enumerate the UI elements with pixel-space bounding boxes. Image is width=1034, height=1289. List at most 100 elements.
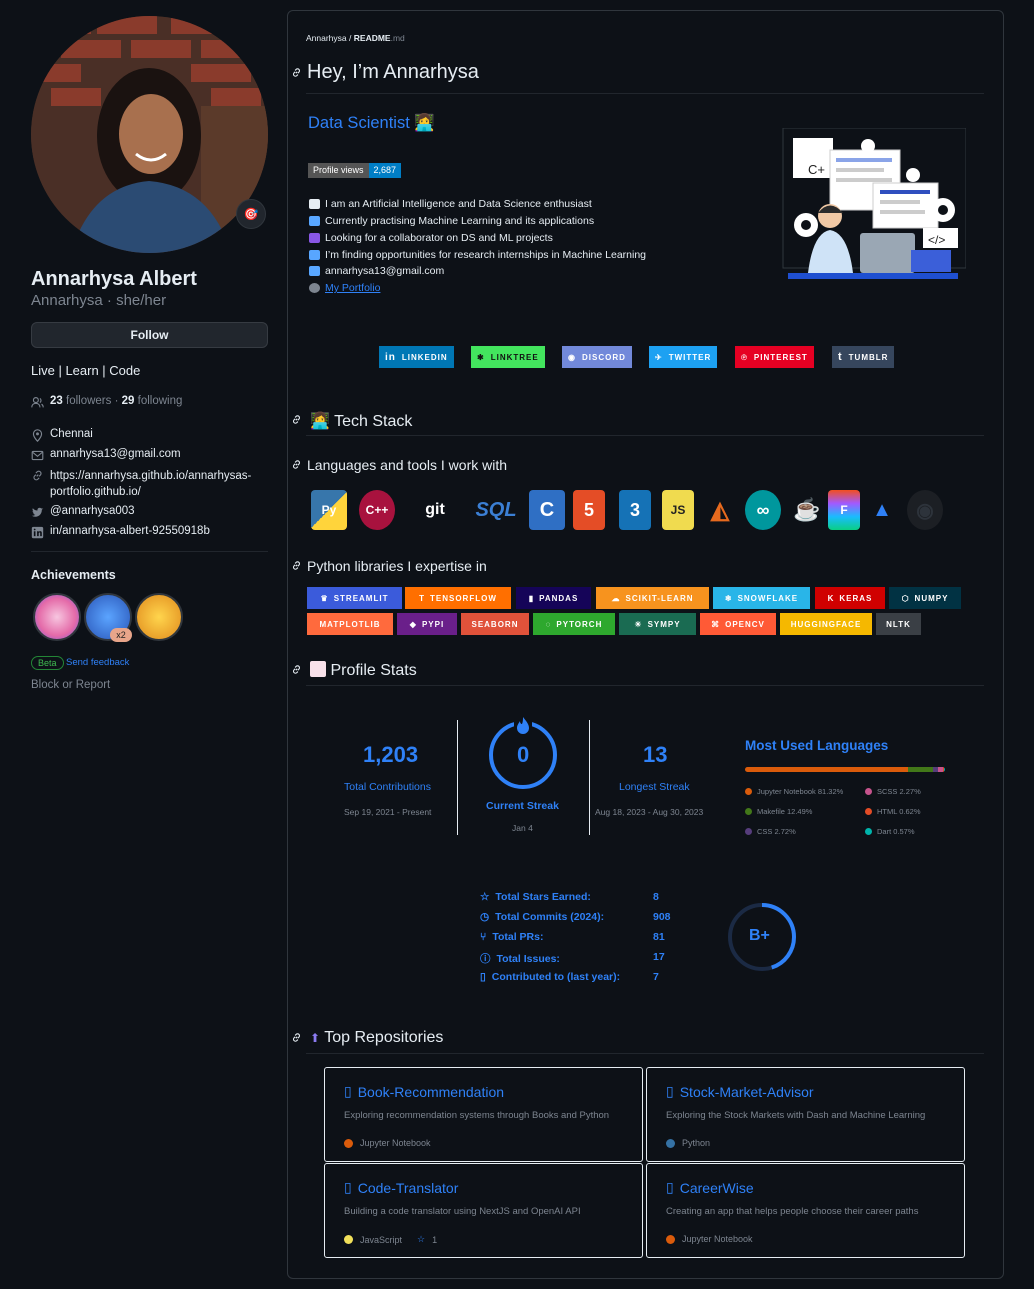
anchor-link-icon[interactable] — [291, 664, 302, 675]
mail-icon — [31, 450, 44, 461]
language-name: Dart 0.57% — [877, 827, 915, 836]
snowflake-badge[interactable]: ❄ SNOWFLAKE — [713, 587, 810, 609]
tumblr-icon: t — [838, 351, 843, 363]
nltk-badge[interactable]: NLTK — [876, 613, 921, 635]
sympy-badge[interactable]: ☀ SYMPY — [619, 613, 696, 635]
streamlit-badge[interactable]: ♛ STREAMLIT — [307, 587, 402, 609]
profile-avatar[interactable] — [31, 16, 268, 253]
yolo-achievement-badge[interactable] — [33, 593, 81, 641]
badge-label: SCIKIT-LEARN — [625, 593, 694, 603]
opencv-badge[interactable]: ⌘ OPENCV — [700, 613, 776, 635]
quickdraw-achievement-badge[interactable] — [135, 593, 183, 641]
language-name: CSS 2.72% — [757, 827, 796, 836]
linkedin-link[interactable]: in/annarhysa-albert-92550918b — [50, 525, 210, 537]
followers-link[interactable]: followers — [66, 395, 111, 407]
star-icon: ☆ — [480, 891, 490, 903]
tech-stack-heading: 👩‍💻 Tech Stack — [310, 411, 412, 431]
path-user[interactable]: Annarhysa — [306, 33, 347, 43]
block-report-link[interactable]: Block or Report — [31, 679, 110, 691]
portfolio-link[interactable]: My Portfolio — [325, 282, 380, 294]
linktree-badge[interactable]: ✱ LINKTREE — [471, 346, 545, 368]
discord-badge[interactable]: ◉ DISCORD — [562, 346, 632, 368]
anchor-link-icon[interactable] — [291, 414, 302, 425]
repo-title[interactable]: ▯ Book-Recommendation — [344, 1083, 504, 1100]
send-feedback-link[interactable]: Send feedback — [66, 657, 129, 668]
twitter-link[interactable]: @annarhysa003 — [50, 505, 135, 517]
stat-value: 7 — [653, 971, 659, 983]
repo-title[interactable]: ▯ Stock-Market-Advisor — [666, 1083, 814, 1100]
avatar-photo — [31, 16, 268, 253]
follow-button[interactable]: Follow — [31, 322, 268, 348]
linkedin-badge[interactable]: in LINKEDIN — [379, 346, 454, 368]
arduino-icon: ∞ — [745, 490, 781, 530]
linkedin-row: in/annarhysa-albert-92550918b — [31, 525, 210, 539]
anchor-link-icon[interactable] — [291, 560, 302, 571]
bullet-item: Looking for a collaborator on DS and ML … — [309, 232, 553, 244]
badge-label: MATPLOTLIB — [319, 619, 381, 629]
badge-label: TWITTER — [668, 352, 712, 362]
repo-title[interactable]: ▯ CareerWise — [666, 1179, 754, 1196]
followers-count[interactable]: 23 — [50, 395, 63, 407]
repo-title[interactable]: ▯ Code-Translator — [344, 1179, 458, 1196]
pinterest-badge[interactable]: ℗ PINTEREST — [735, 346, 814, 368]
achievements-heading[interactable]: Achievements — [31, 568, 116, 582]
pytorch-badge[interactable]: ◌ PYTORCH — [533, 613, 615, 635]
profile-bio: Live | Learn | Code — [31, 363, 141, 378]
languages-heading: Languages and tools I work with — [307, 457, 508, 473]
website-link[interactable]: https://annarhysa.github.io/annarhysas-p… — [50, 468, 251, 500]
language-color-dot — [865, 808, 872, 815]
huggingface-badge[interactable]: HUGGINGFACE — [780, 613, 872, 635]
repo-card[interactable]: ▯ Code-Translator Building a code transla… — [324, 1163, 643, 1258]
repo-icon: ▯ — [480, 971, 486, 983]
readme-subtitle: Data Scientist 👩‍💻 — [308, 114, 435, 133]
stat-label: Contributed to (last year): — [491, 971, 621, 983]
language-legend-item: Makefile 12.49% — [745, 807, 812, 816]
status-emoji-button[interactable]: 🎯 — [236, 199, 266, 229]
language-name: Python — [682, 1138, 711, 1148]
seaborn-badge[interactable]: SEABORN — [461, 613, 529, 635]
badge-label: DISCORD — [581, 352, 626, 362]
opengl-icon: ◉ — [907, 490, 943, 530]
stat-value: 17 — [653, 951, 665, 963]
repo-card[interactable]: ▯ Stock-Market-Advisor Exploring the Stoc… — [646, 1067, 965, 1162]
matplotlib-badge[interactable]: MATPLOTLIB — [307, 613, 393, 635]
git-icon: git — [425, 501, 445, 518]
email-link[interactable]: annarhysa13@gmail.com — [50, 448, 181, 460]
technologist-icon: 👩‍💻 — [310, 413, 330, 430]
repo-card[interactable]: ▯ Book-Recommendation Exploring recommend… — [324, 1067, 643, 1162]
language-name: HTML 0.62% — [877, 807, 921, 816]
bullet-item: annarhysa13@gmail.com — [309, 265, 444, 277]
libraries-heading: Python libraries I expertise in — [307, 558, 487, 574]
total-contributions-label: Total Contributions — [344, 781, 431, 793]
repo-card[interactable]: ▯ CareerWise Creating an app that helps p… — [646, 1163, 965, 1258]
scikit-learn-badge[interactable]: ☁ SCIKIT-LEARN — [596, 587, 709, 609]
badge-label: PYPI — [421, 619, 445, 629]
tensorflow-badge[interactable]: T TENSORFLOW — [405, 587, 511, 609]
anchor-link-icon[interactable] — [291, 67, 302, 78]
twitter-badge[interactable]: ✈ TWITTER — [649, 346, 718, 368]
language-name: Makefile 12.49% — [757, 807, 813, 816]
anchor-link-icon[interactable] — [291, 459, 302, 470]
bullet-text: I’m finding opportunities for research i… — [325, 249, 647, 261]
languages-bar — [745, 767, 945, 772]
language-legend-item: CSS 2.72% — [745, 827, 796, 836]
website-line-2: portfolio.github.io/ — [50, 486, 141, 498]
following-count[interactable]: 29 — [122, 395, 135, 407]
language-legend-item: Jupyter Notebook 81.32% — [745, 787, 843, 796]
badge-label: SEABORN — [471, 619, 519, 629]
following-link[interactable]: following — [138, 395, 183, 407]
coder-illustration: C+ </> — [782, 128, 966, 279]
pandas-badge[interactable]: ▮ PANDAS — [516, 587, 591, 609]
numpy-badge[interactable]: ⬡ NUMPY — [889, 587, 961, 609]
anchor-link-icon[interactable] — [291, 1032, 302, 1043]
repo-stars: 1 — [432, 1234, 438, 1245]
language-name: Jupyter Notebook 81.32% — [757, 787, 844, 796]
keras-badge[interactable]: K KERAS — [815, 587, 885, 609]
pypi-badge[interactable]: ◆ PYPI — [397, 613, 457, 635]
stat-row: ☆ Total Stars Earned: — [480, 891, 591, 903]
tumblr-badge[interactable]: t TUMBLR — [832, 346, 895, 368]
pull-request-icon: ⑂ — [480, 931, 487, 943]
badge-label: LINKEDIN — [401, 352, 448, 362]
language-name: Jupyter Notebook — [360, 1138, 431, 1148]
section-divider — [306, 1053, 984, 1054]
